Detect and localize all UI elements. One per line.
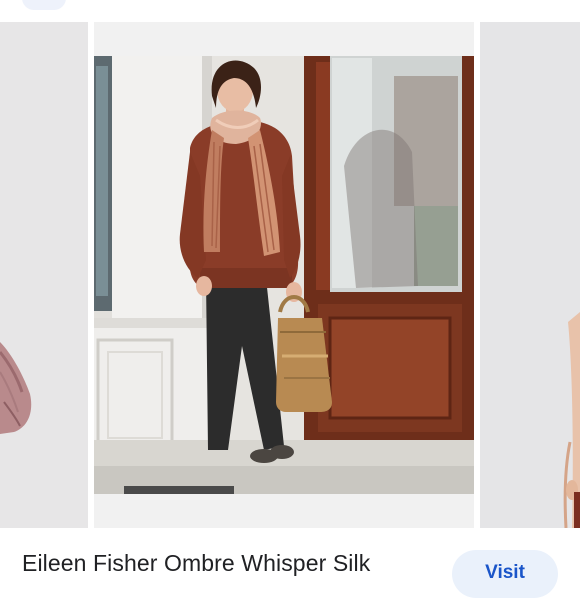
product-photo[interactable] (94, 56, 474, 494)
top-pill-button[interactable] (22, 0, 66, 10)
carousel-card-previous[interactable] (0, 22, 88, 528)
result-title-row: Eileen Fisher Ombre Whisper Silk Visit (0, 528, 580, 598)
carousel-card-main[interactable] (94, 22, 474, 528)
next-card-image (480, 22, 580, 528)
image-carousel (0, 22, 580, 528)
woman-scarf-photo (94, 56, 474, 494)
result-title[interactable]: Eileen Fisher Ombre Whisper Silk (22, 550, 370, 577)
previous-card-image (0, 22, 88, 528)
visit-button[interactable]: Visit (452, 550, 558, 598)
carousel-card-next[interactable] (480, 22, 580, 528)
